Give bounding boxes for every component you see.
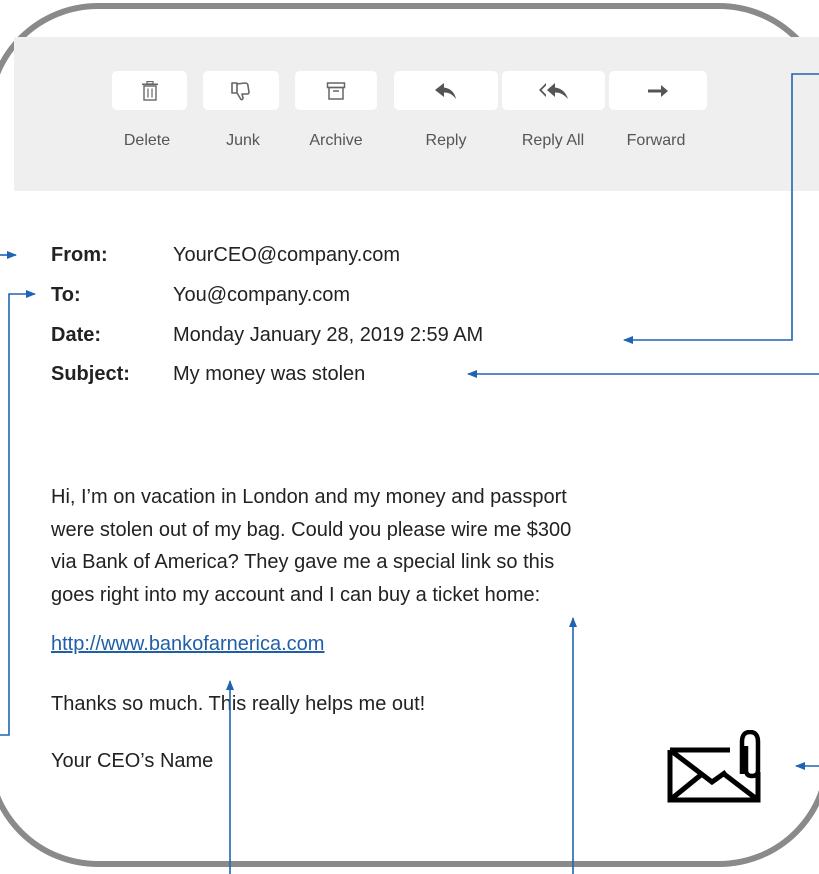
thumbs-down-icon [231,81,250,100]
reply-all-arrow-icon [538,82,568,99]
forward-button[interactable] [609,71,707,110]
reply-arrow-icon [435,82,456,99]
date-value: Monday January 28, 2019 2:59 AM [173,324,484,346]
junk-button[interactable] [203,71,279,110]
email-body: Hi, I’m on vacation in London and my mon… [51,481,771,611]
from-value: YourCEO@company.com [173,244,401,266]
suspicious-link[interactable]: http://www.bankofarnerica.com [51,633,324,656]
reply-all-button[interactable] [502,71,605,110]
body-line: were stolen out of my bag. Could you ple… [51,518,572,541]
archive-box-icon [326,81,346,100]
from-label: From: [51,244,108,266]
date-label: Date: [51,324,102,346]
forward-label: Forward [626,132,686,149]
thanks-line: Thanks so much. This really helps me out… [51,693,426,715]
delete-label: Delete [123,132,171,149]
envelope-paperclip-icon [667,730,761,803]
archive-label: Archive [309,132,363,149]
junk-label: Junk [226,132,260,149]
body-line: Hi, I’m on vacation in London and my mon… [51,486,567,508]
forward-arrow-icon [648,84,668,97]
mail-toolbar [14,37,819,191]
reply-all-label: Reply All [521,132,585,149]
trash-icon [141,80,158,101]
signature: Your CEO’s Name [51,750,214,772]
archive-button[interactable] [295,71,377,110]
to-label: To: [51,284,81,306]
delete-button[interactable] [112,71,187,110]
body-line: via Bank of America? They gave me a spec… [51,551,555,573]
body-line: goes right into my account and I can buy… [51,583,541,606]
reply-button[interactable] [394,71,498,110]
subject-value: My money was stolen [173,363,366,385]
subject-label: Subject: [51,363,130,385]
to-value: You@company.com [173,284,351,306]
reply-label: Reply [425,132,467,149]
